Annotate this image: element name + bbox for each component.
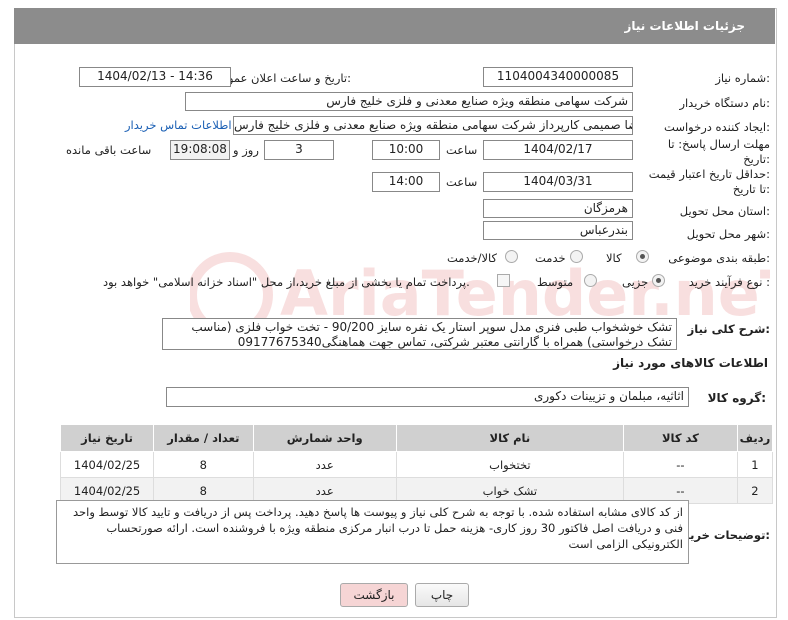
subject-option-goods-service: کالا/خدمت (447, 251, 498, 265)
subject-option-service: خدمت (535, 251, 566, 265)
item-qty: 8 (153, 451, 254, 478)
validity-hour-label: ساعت (446, 175, 478, 189)
treasury-checkbox[interactable] (497, 274, 510, 287)
general-desc-label: شرح کلی نیاز: (687, 322, 770, 336)
send-deadline-label-2: تاریخ: (743, 152, 770, 166)
announce-datetime-field: 1404/02/13 - 14:36 (79, 67, 231, 87)
price-validity-label-2: تا تاریخ: (732, 182, 770, 196)
validity-time-field: 14:00 (372, 172, 440, 192)
send-time-field: 10:00 (372, 140, 440, 160)
subject-radio-goods-service[interactable] (505, 250, 518, 263)
validity-date-field: 1404/03/31 (483, 172, 633, 192)
item-code: -- (622, 451, 738, 478)
print-button[interactable]: چاپ (415, 583, 469, 607)
subject-radio-goods[interactable] (636, 250, 649, 263)
col-row: ردیف (736, 424, 774, 452)
buyer-org-field: شرکت سهامی منطقه ویژه صنایع معدنی و فلزی… (185, 92, 633, 111)
row-number: 2 (736, 477, 774, 504)
send-deadline-label-1: مهلت ارسال پاسخ: تا (667, 137, 770, 151)
city-label: شهر محل تحویل: (686, 227, 770, 241)
subject-option-goods: کالا (606, 251, 622, 265)
send-date-field: 1404/02/17 (483, 140, 633, 160)
col-need-date: تاریخ نیاز (59, 424, 155, 452)
process-note: پرداخت تمام یا بخشی از مبلغ خرید،از محل … (103, 275, 470, 289)
send-hour-label: ساعت (446, 143, 478, 157)
process-option-medium: متوسط (537, 275, 574, 289)
item-name: تختخواب (395, 451, 624, 478)
process-type-label: نوع فرآیند خرید : (688, 275, 770, 289)
province-label: استان محل تحویل: (679, 204, 770, 218)
col-name: نام کالا (395, 424, 624, 452)
need-number-label: شماره نیاز: (715, 71, 770, 85)
process-radio-medium[interactable] (584, 274, 597, 287)
goods-info-heading: اطلاعات کالاهای مورد نیاز (613, 356, 768, 370)
price-validity-label-1: حداقل تاریخ اعتبار قیمت: (648, 167, 770, 181)
goods-group-field: اثاثیه، مبلمان و تزیینات دکوری (166, 387, 689, 407)
item-need-date: 1404/02/25 (59, 451, 155, 478)
col-unit: واحد شمارش (252, 424, 397, 452)
items-table: ردیف کد کالا نام کالا واحد شمارش تعداد /… (59, 424, 774, 504)
col-code: کد کالا (622, 424, 738, 452)
buyer-org-label: نام دستگاه خریدار: (679, 96, 770, 110)
row-number: 1 (736, 451, 774, 478)
col-qty: تعداد / مقدار (153, 424, 254, 452)
need-number-field: 1104004340000085 (483, 67, 633, 87)
city-field: بندرعباس (483, 221, 633, 240)
table-row: 1 -- تختخواب عدد 8 1404/02/25 (59, 451, 774, 478)
panel-header: جزئیات اطلاعات نیاز (14, 8, 775, 44)
goods-group-label: گروه کالا: (707, 391, 766, 405)
subject-class-label: طبقه بندی موضوعی: (668, 251, 770, 265)
day-and-label: روز و (233, 143, 259, 157)
page-title: جزئیات اطلاعات نیاز (624, 19, 745, 33)
back-button[interactable]: بازگشت (340, 583, 408, 607)
buyer-contact-link[interactable]: اطلاعات تماس خریدار (125, 118, 232, 132)
requester-field: علیرضا صمیمی کارپرداز شرکت سهامی منطقه و… (233, 116, 633, 135)
process-option-minor: جزیی (622, 275, 649, 289)
item-unit: عدد (252, 451, 397, 478)
remaining-label: ساعت باقی مانده (66, 143, 152, 157)
buyer-notes-field: از کد کالای مشابه استفاده شده. با توجه ب… (56, 500, 689, 564)
process-radio-minor[interactable] (652, 274, 665, 287)
table-header-row: ردیف کد کالا نام کالا واحد شمارش تعداد /… (59, 424, 774, 452)
general-desc-field: تشک خوشخواب طبی فنری مدل سوپر استار یک ن… (162, 318, 677, 350)
subject-radio-service[interactable] (570, 250, 583, 263)
days-field: 3 (264, 140, 334, 160)
announce-datetime-label: تاریخ و ساعت اعلان عمومی: (212, 71, 351, 85)
requester-label: ایجاد کننده درخواست: (664, 120, 770, 134)
province-field: هرمزگان (483, 199, 633, 218)
remaining-time-field: 19:08:08 (170, 140, 230, 160)
